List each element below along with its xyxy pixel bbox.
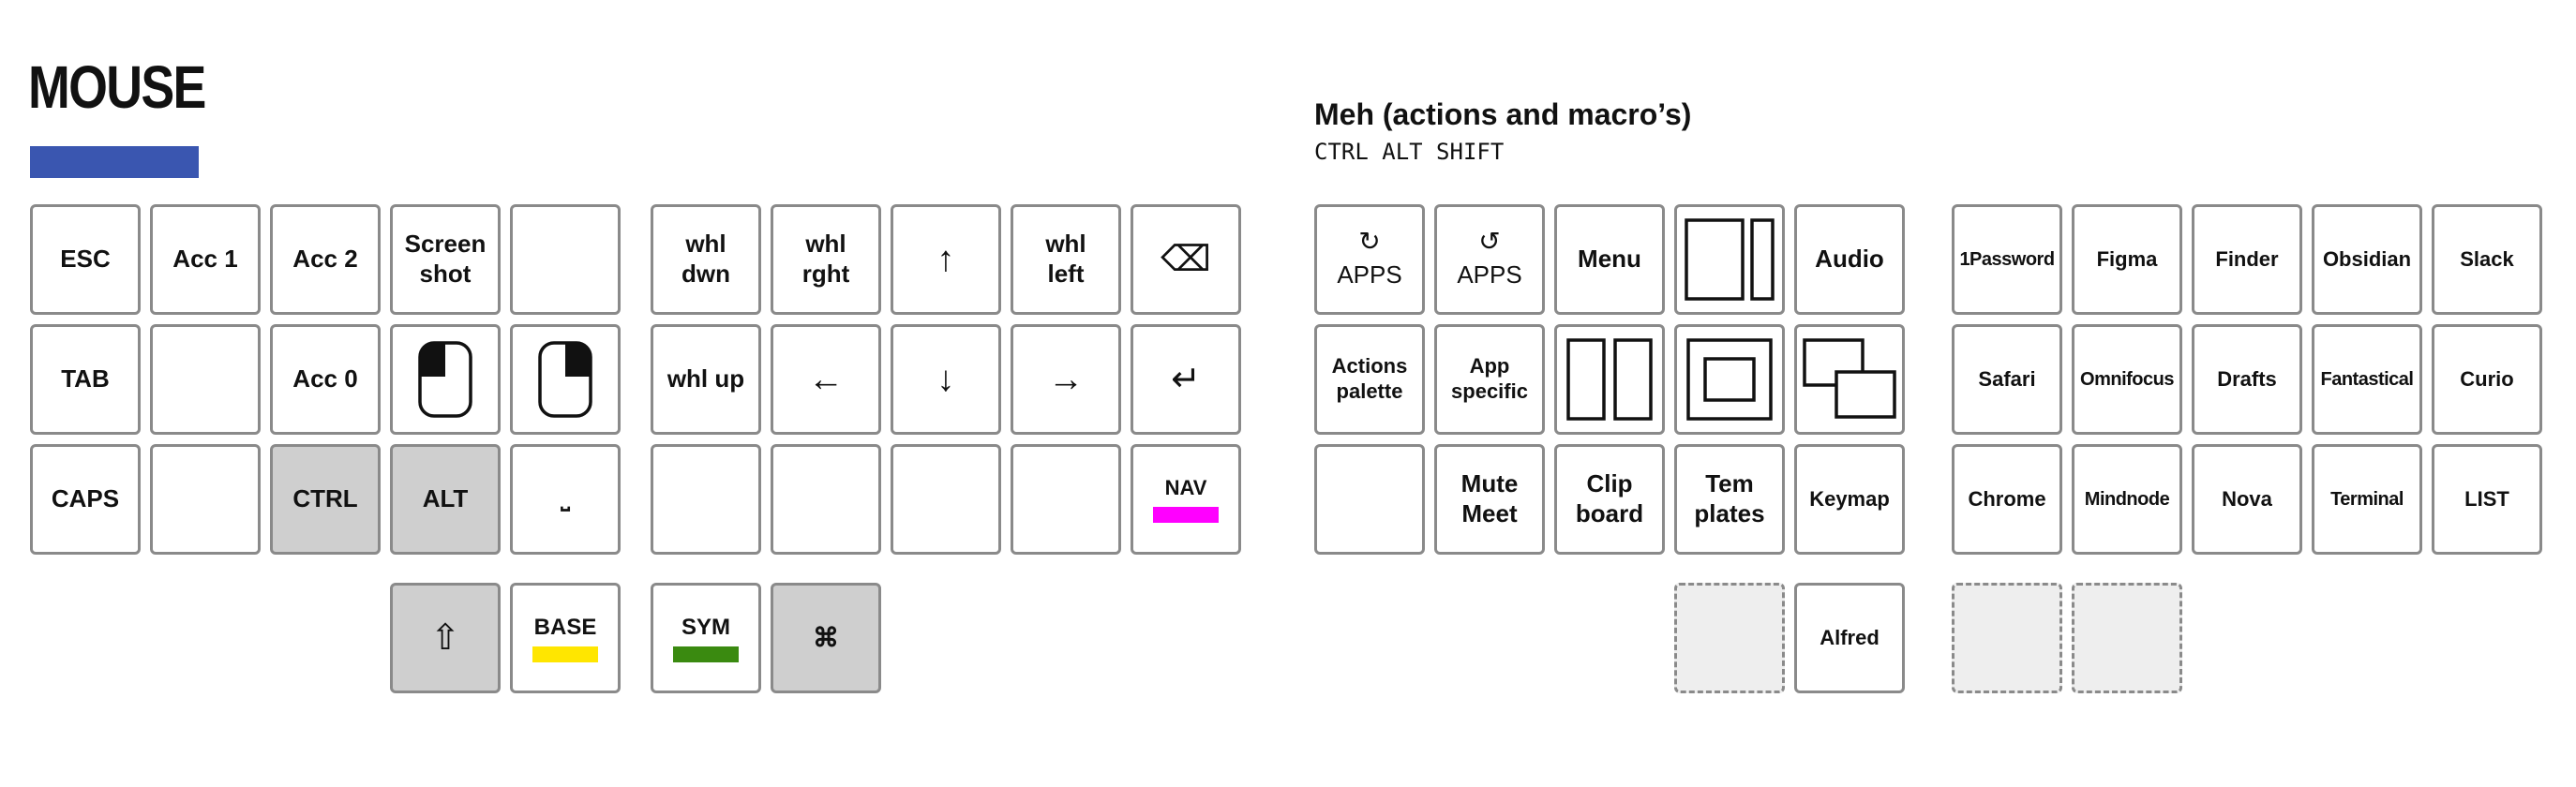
key-alt[interactable]: ALT <box>390 444 501 555</box>
key-app-fantastical[interactable]: Fantastical <box>2312 324 2422 435</box>
key-nav-layer[interactable]: NAV <box>1131 444 1241 555</box>
key-actions-palette[interactable]: Actions palette <box>1314 324 1425 435</box>
key-empty[interactable] <box>1314 444 1425 555</box>
key-wheel-right[interactable]: whl rght <box>771 204 881 315</box>
key-keymap[interactable]: Keymap <box>1794 444 1905 555</box>
key-enter[interactable]: ↵ <box>1131 324 1241 435</box>
key-mouse-right-click[interactable] <box>510 324 621 435</box>
key-placeholder <box>2072 583 2182 693</box>
key-app-safari[interactable]: Safari <box>1952 324 2062 435</box>
key-mute-meet[interactable]: Mute Meet <box>1434 444 1545 555</box>
window-center-icon <box>1686 338 1773 421</box>
key-empty[interactable] <box>510 204 621 315</box>
meh-layer-title: Meh (actions and macro’s) <box>1314 97 1692 131</box>
key-app-nova[interactable]: Nova <box>2192 444 2302 555</box>
key-backspace[interactable]: ⌫ <box>1131 204 1241 315</box>
key-app-chrome[interactable]: Chrome <box>1952 444 2062 555</box>
key-app-specific[interactable]: App specific <box>1434 324 1545 435</box>
key-shift[interactable]: ⇧ <box>390 583 501 693</box>
key-down-arrow[interactable]: ↓ <box>891 324 1001 435</box>
key-window-center[interactable] <box>1674 324 1785 435</box>
key-app-obsidian[interactable]: Obsidian <box>2312 204 2422 315</box>
key-nav-label: NAV <box>1164 476 1207 500</box>
key-empty[interactable] <box>771 444 881 555</box>
key-wheel-left[interactable]: whl left <box>1011 204 1121 315</box>
key-menu[interactable]: Menu <box>1554 204 1665 315</box>
key-audio[interactable]: Audio <box>1794 204 1905 315</box>
window-cascade-icon <box>1803 338 1896 419</box>
key-app-omnifocus[interactable]: Omnifocus <box>2072 324 2182 435</box>
key-app-slack[interactable]: Slack <box>2432 204 2542 315</box>
key-empty[interactable] <box>1011 444 1121 555</box>
key-app-mindnode[interactable]: Mindnode <box>2072 444 2182 555</box>
key-app-finder[interactable]: Finder <box>2192 204 2302 315</box>
base-layer-color-bar <box>532 646 598 663</box>
key-apps-label: APPS <box>1337 260 1402 290</box>
key-caps[interactable]: CAPS <box>30 444 141 555</box>
key-esc[interactable]: ESC <box>30 204 141 315</box>
key-sym-layer[interactable]: SYM <box>651 583 761 693</box>
key-tab[interactable]: TAB <box>30 324 141 435</box>
key-base-label: BASE <box>533 614 597 640</box>
mouse-layer-title: MOUSE <box>28 53 206 121</box>
key-app-drafts[interactable]: Drafts <box>2192 324 2302 435</box>
key-empty[interactable] <box>891 444 1001 555</box>
mouse-right-click-icon <box>538 341 592 418</box>
key-app-terminal[interactable]: Terminal <box>2312 444 2422 555</box>
rotate-clockwise-icon: ↻ <box>1358 227 1381 257</box>
mouse-left-click-icon <box>418 341 472 418</box>
key-empty[interactable] <box>150 444 261 555</box>
meh-layer-subtitle: CTRL ALT SHIFT <box>1314 139 1505 165</box>
mouse-layer-color-bar <box>30 146 199 178</box>
key-apps-label: APPS <box>1457 260 1522 290</box>
key-window-two-thirds[interactable] <box>1674 204 1785 315</box>
key-acc-2[interactable]: Acc 2 <box>270 204 381 315</box>
key-templates[interactable]: Tem plates <box>1674 444 1785 555</box>
key-empty[interactable] <box>651 444 761 555</box>
key-window-halves[interactable] <box>1554 324 1665 435</box>
key-cmd[interactable]: ⌘ <box>771 583 881 693</box>
rotate-counterclockwise-icon: ↺ <box>1478 227 1501 257</box>
key-base-layer[interactable]: BASE <box>510 583 621 693</box>
key-up-arrow[interactable]: ↑ <box>891 204 1001 315</box>
key-placeholder <box>1952 583 2062 693</box>
key-right-arrow[interactable]: → <box>1011 324 1121 435</box>
key-empty[interactable] <box>150 324 261 435</box>
key-clipboard[interactable]: Clip board <box>1554 444 1665 555</box>
key-apps-previous[interactable]: ↺ APPS <box>1434 204 1545 315</box>
key-app-figma[interactable]: Figma <box>2072 204 2182 315</box>
window-split-halves-icon <box>1566 338 1653 421</box>
key-ctrl[interactable]: CTRL <box>270 444 381 555</box>
key-apps-next[interactable]: ↻ APPS <box>1314 204 1425 315</box>
key-alfred[interactable]: Alfred <box>1794 583 1905 693</box>
key-sym-label: SYM <box>681 614 730 640</box>
key-wheel-down[interactable]: whl dwn <box>651 204 761 315</box>
key-screenshot[interactable]: Screen shot <box>390 204 501 315</box>
key-space[interactable]: ⎵ <box>510 444 621 555</box>
sym-layer-color-bar <box>673 646 739 663</box>
key-list[interactable]: LIST <box>2432 444 2542 555</box>
key-wheel-up[interactable]: whl up <box>651 324 761 435</box>
key-acc-0[interactable]: Acc 0 <box>270 324 381 435</box>
key-app-curio[interactable]: Curio <box>2432 324 2542 435</box>
key-mouse-left-click[interactable] <box>390 324 501 435</box>
key-left-arrow[interactable]: ← <box>771 324 881 435</box>
key-acc-1[interactable]: Acc 1 <box>150 204 261 315</box>
key-placeholder <box>1674 583 1785 693</box>
nav-layer-color-bar <box>1153 506 1219 523</box>
key-app-1password[interactable]: 1Password <box>1952 204 2062 315</box>
key-window-cascade[interactable] <box>1794 324 1905 435</box>
window-split-two-thirds-icon <box>1685 218 1775 301</box>
